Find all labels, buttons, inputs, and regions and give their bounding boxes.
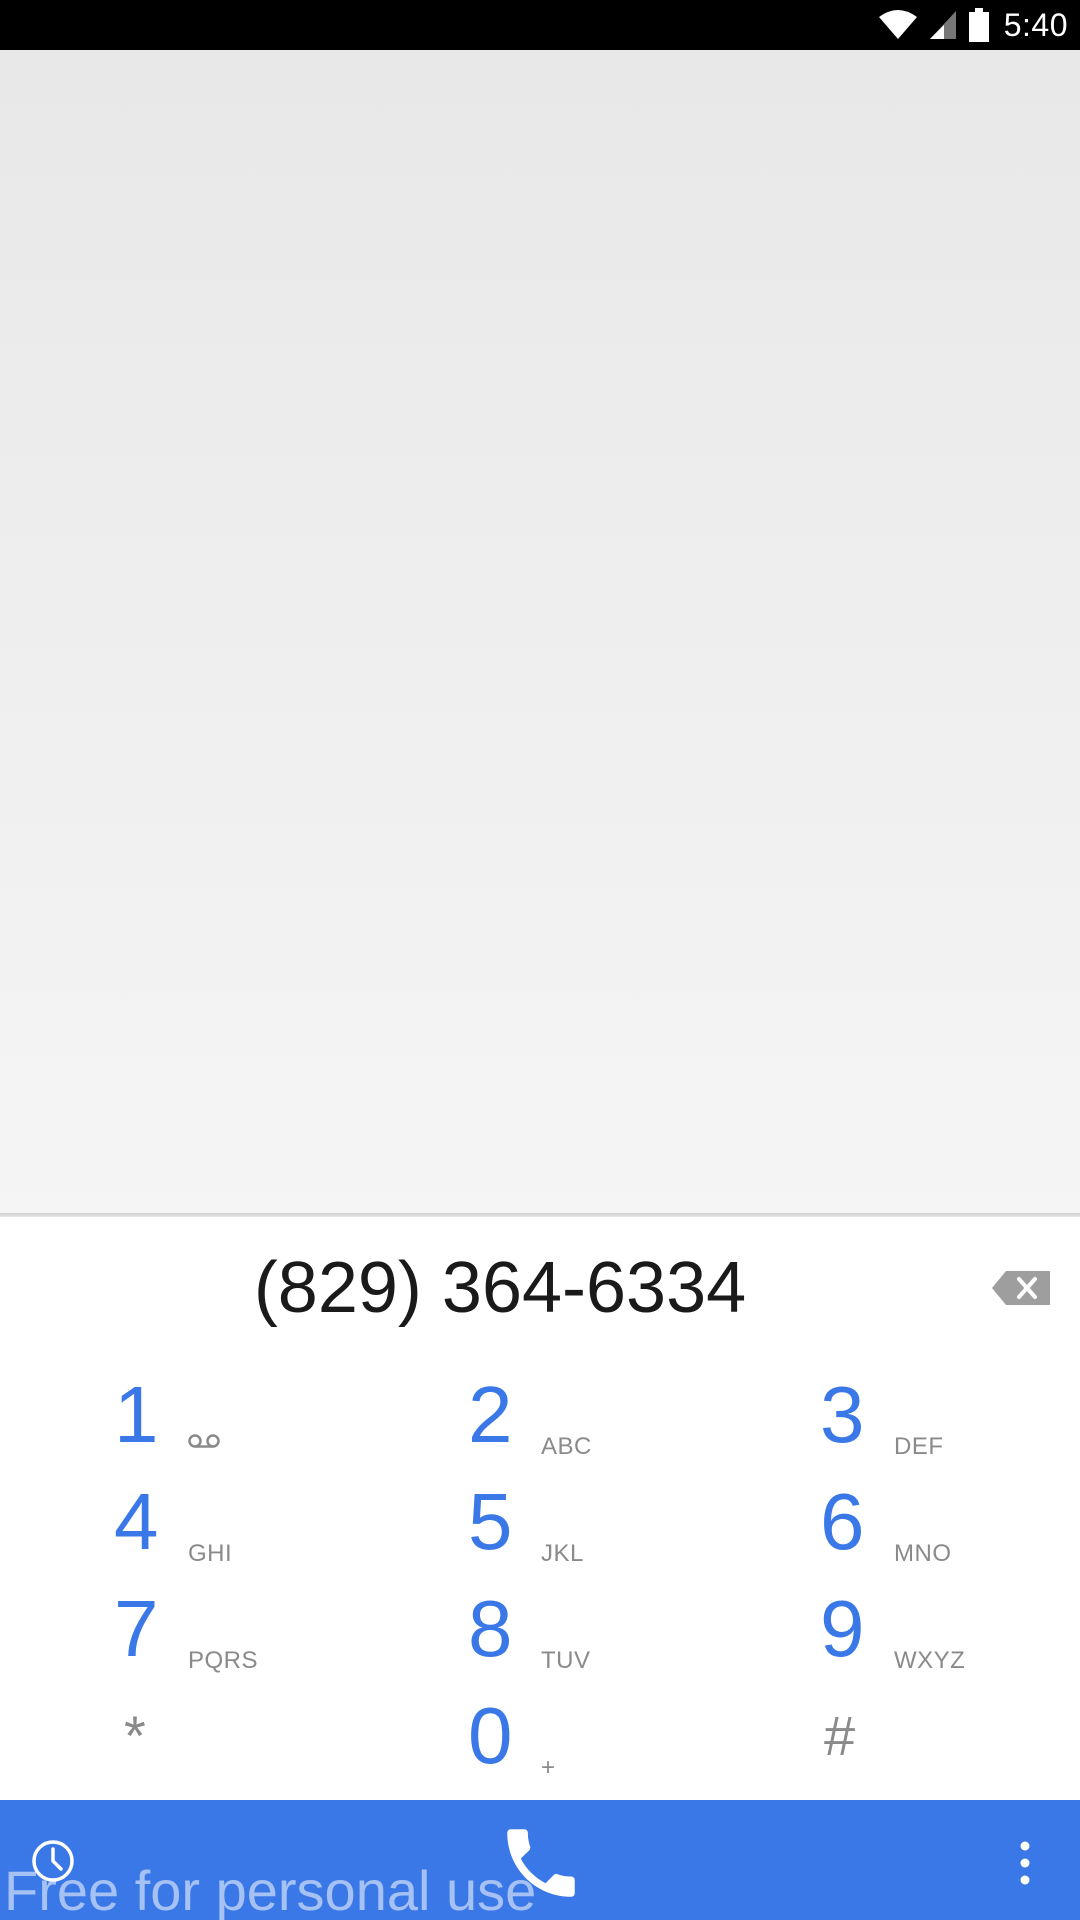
battery-icon: [968, 8, 990, 42]
key-letters: WXYZ: [894, 1647, 966, 1674]
keypad: 1 2 ABC 3 DEF 4 GHI 5 JKL 6 MNO 7 PQRS 8…: [0, 1367, 1080, 1797]
dialpad: (829) 364-6334 1 2 ABC 3 DEF 4 GHI 5 JKL…: [0, 1217, 1080, 1800]
wifi-icon: [878, 9, 918, 41]
key-digit: 4: [114, 1477, 159, 1566]
key-letters: PQRS: [188, 1647, 259, 1674]
digits-field-row: (829) 364-6334: [0, 1217, 1080, 1367]
watermark-text: Free for personal use: [4, 1859, 537, 1920]
key-1[interactable]: 1: [0, 1367, 360, 1474]
key-5[interactable]: 5 JKL: [360, 1474, 720, 1581]
key-6[interactable]: 6 MNO: [720, 1474, 1080, 1581]
key-digit: 5: [468, 1477, 513, 1566]
key-2[interactable]: 2 ABC: [360, 1367, 720, 1474]
backspace-icon: [992, 1271, 1050, 1305]
key-letters: GHI: [188, 1540, 233, 1567]
voicemail-icon: [188, 1433, 220, 1454]
status-bar: 5:40: [0, 0, 1080, 50]
key-letters: +: [541, 1754, 556, 1781]
overflow-menu-icon: [1020, 1841, 1030, 1885]
key-3[interactable]: 3 DEF: [720, 1367, 1080, 1474]
key-0[interactable]: 0 +: [360, 1688, 720, 1795]
key-digit: 7: [114, 1584, 159, 1673]
key-star[interactable]: *: [0, 1688, 360, 1795]
key-7[interactable]: 7 PQRS: [0, 1581, 360, 1688]
key-letters: TUV: [541, 1647, 591, 1674]
status-time: 5:40: [1003, 6, 1068, 43]
backspace-button[interactable]: [992, 1271, 1050, 1305]
cell-signal-icon: [928, 9, 958, 41]
key-digit: 8: [468, 1584, 513, 1673]
key-digit: 6: [820, 1477, 865, 1566]
key-digit: *: [124, 1704, 146, 1767]
key-letters: DEF: [894, 1433, 944, 1460]
dialer-screen: 5:40 (829) 364-6334 1 2 ABC 3 DEF 4 GHI …: [0, 0, 1080, 1920]
key-4[interactable]: 4 GHI: [0, 1474, 360, 1581]
key-8[interactable]: 8 TUV: [360, 1581, 720, 1688]
overflow-menu-button[interactable]: [1010, 1838, 1040, 1888]
dialed-number-field[interactable]: (829) 364-6334: [0, 1247, 1000, 1329]
key-digit: 2: [468, 1370, 513, 1459]
key-letters: ABC: [541, 1433, 592, 1460]
key-letters: JKL: [541, 1540, 584, 1567]
contact-list-area: [0, 50, 1080, 1216]
key-9[interactable]: 9 WXYZ: [720, 1581, 1080, 1688]
key-digit: #: [824, 1704, 856, 1767]
key-letters: MNO: [894, 1540, 952, 1567]
key-pound[interactable]: #: [720, 1688, 1080, 1795]
key-digit: 0: [468, 1691, 513, 1780]
key-digit: 1: [114, 1370, 159, 1459]
key-digit: 3: [820, 1370, 865, 1459]
key-digit: 9: [820, 1584, 865, 1673]
